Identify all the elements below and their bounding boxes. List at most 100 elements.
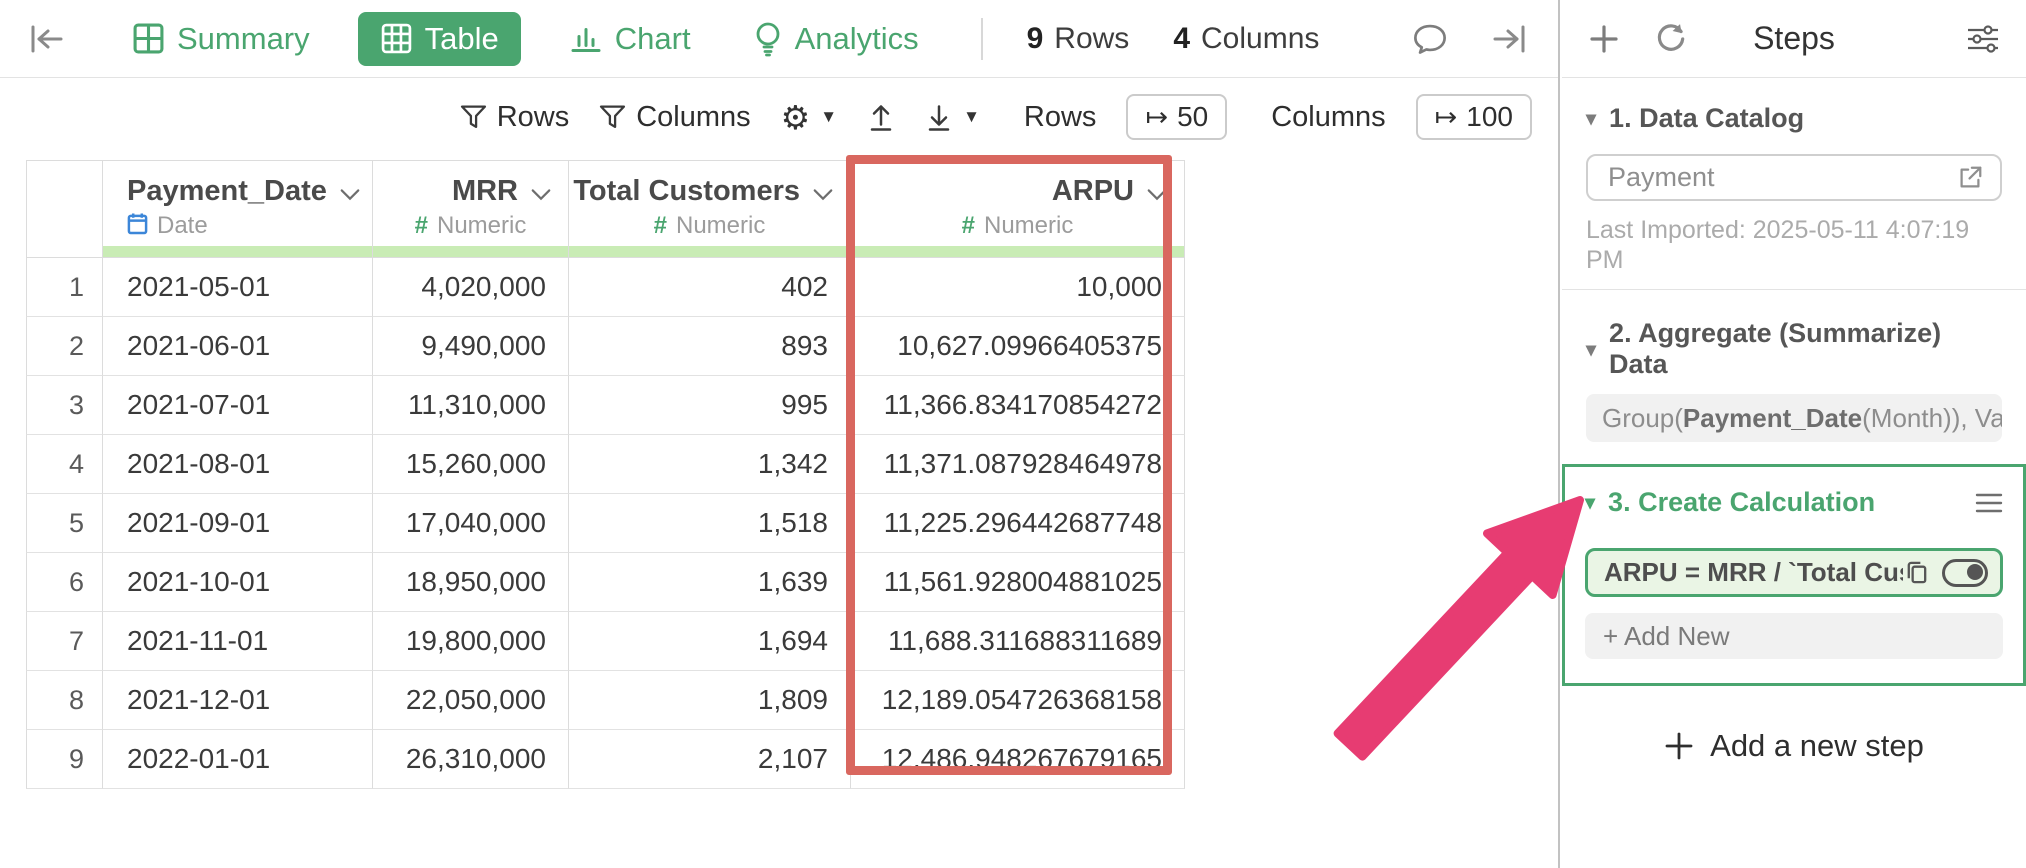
rows-limit-box[interactable]: ↦ 50: [1126, 94, 1227, 140]
menu-icon[interactable]: [1975, 492, 2003, 514]
table-cell[interactable]: 11,310,000: [373, 376, 569, 435]
table-cell[interactable]: 11,688.311688311689: [851, 612, 1185, 671]
filter-rows-button[interactable]: Rows: [460, 101, 570, 134]
download-dropdown-button[interactable]: ▼: [925, 102, 980, 133]
calendar-icon: [127, 212, 148, 235]
column-header-mrr[interactable]: MRR #Numeric: [373, 160, 569, 257]
table-cell[interactable]: 2021-12-01: [103, 671, 373, 730]
aggregate-summary-pill[interactable]: Group(Payment_Date (Month)), Val…: [1586, 394, 2002, 442]
row-number-cell: 4: [26, 435, 103, 494]
table-cell[interactable]: 15,260,000: [373, 435, 569, 494]
table-cell[interactable]: 12,486.948267679165: [851, 730, 1185, 789]
column-name: ARPU: [1052, 175, 1134, 208]
table-cell[interactable]: 22,050,000: [373, 671, 569, 730]
step2-header[interactable]: ▾ 2. Aggregate (Summarize) Data: [1586, 318, 2002, 380]
collapse-left-icon[interactable]: [28, 23, 66, 55]
column-highlight-strip: [851, 246, 1184, 257]
summary-grid-icon: [132, 22, 165, 55]
table-cell[interactable]: 2021-07-01: [103, 376, 373, 435]
tab-chart[interactable]: Chart: [555, 12, 705, 66]
last-imported-text: Last Imported: 2025-05-11 4:07:19 PM: [1586, 215, 2002, 275]
table-cell[interactable]: 1,639: [569, 553, 851, 612]
row-number-cell: 2: [26, 317, 103, 376]
upload-button[interactable]: [867, 102, 895, 133]
columns-limit-box[interactable]: ↦ 100: [1416, 94, 1532, 140]
table-row: 62021-10-0118,950,0001,63911,561.9280048…: [26, 553, 1185, 612]
step1-header[interactable]: ▾ 1. Data Catalog: [1586, 103, 2002, 134]
table-cell[interactable]: 2021-09-01: [103, 494, 373, 553]
table-row: 32021-07-0111,310,00099511,366.834170854…: [26, 376, 1185, 435]
calculation-formula-pill[interactable]: ARPU = MRR / `Total Cust…: [1585, 548, 2003, 597]
add-step-label: Add a new step: [1710, 728, 1924, 764]
step3-header[interactable]: ▾ 3. Create Calculation: [1585, 487, 2003, 518]
columns-limit-label: Columns: [1271, 101, 1385, 134]
external-link-icon[interactable]: [1956, 164, 1984, 192]
rows-limit-label: Rows: [1024, 101, 1097, 134]
table-cell[interactable]: 1,694: [569, 612, 851, 671]
download-icon: [925, 102, 953, 133]
tab-table[interactable]: Table: [358, 12, 521, 66]
table-cell[interactable]: 11,366.834170854272: [851, 376, 1185, 435]
table-cell[interactable]: 893: [569, 317, 851, 376]
comment-icon[interactable]: [1412, 22, 1448, 56]
table-cell[interactable]: 402: [569, 258, 851, 317]
numeric-hash-icon: #: [415, 212, 428, 240]
toggle-on-icon[interactable]: [1942, 559, 1988, 587]
maps-to-icon: ↦: [1435, 102, 1458, 133]
add-new-calculation-button[interactable]: + Add New: [1585, 613, 2003, 659]
data-table: Payment_Date Date MRR #Numeric: [26, 160, 1185, 789]
maps-to-icon: ↦: [1145, 102, 1168, 133]
table-cell[interactable]: 2021-05-01: [103, 258, 373, 317]
table-cell[interactable]: 1,518: [569, 494, 851, 553]
table-cell[interactable]: 2021-10-01: [103, 553, 373, 612]
column-type: Numeric: [437, 212, 526, 240]
steps-panel-title: Steps: [1562, 20, 2026, 57]
data-source-box[interactable]: Payment: [1586, 154, 2002, 201]
table-cell[interactable]: 12,189.054726368158: [851, 671, 1185, 730]
table-row: 52021-09-0117,040,0001,51811,225.2964426…: [26, 494, 1185, 553]
add-new-step-button[interactable]: Add a new step: [1562, 728, 2026, 764]
table-body: 12021-05-014,020,00040210,00022021-06-01…: [26, 258, 1185, 789]
table-cell[interactable]: 18,950,000: [373, 553, 569, 612]
table-cell[interactable]: 1,809: [569, 671, 851, 730]
table-cell[interactable]: 11,561.928004881025: [851, 553, 1185, 612]
table-row: 92022-01-0126,310,0002,10712,486.9482676…: [26, 730, 1185, 789]
triangle-down-icon: ▾: [1585, 490, 1595, 515]
column-header-total-customers[interactable]: Total Customers #Numeric: [569, 160, 851, 257]
table-cell[interactable]: 2,107: [569, 730, 851, 789]
column-type: Date: [157, 212, 208, 240]
settings-dropdown-button[interactable]: ⚙ ▼: [781, 101, 837, 134]
chevron-down-icon: [812, 187, 834, 203]
tab-summary[interactable]: Summary: [118, 12, 324, 66]
table-cell[interactable]: 10,627.09966405375: [851, 317, 1185, 376]
step3-title: 3. Create Calculation: [1608, 487, 1875, 518]
table-cell[interactable]: 9,490,000: [373, 317, 569, 376]
column-header-payment-date[interactable]: Payment_Date Date: [103, 160, 373, 257]
bar-chart-icon: [569, 22, 603, 55]
copy-icon[interactable]: [1903, 559, 1930, 586]
table-cell[interactable]: 10,000: [851, 258, 1185, 317]
summary-suffix: (Month)), Val…: [1862, 403, 2002, 434]
sliders-icon[interactable]: [1966, 24, 2000, 54]
tab-analytics[interactable]: Analytics: [739, 12, 933, 66]
main-pane: Summary Table Chart: [0, 0, 1560, 868]
table-cell[interactable]: 26,310,000: [373, 730, 569, 789]
table-cell[interactable]: 2021-06-01: [103, 317, 373, 376]
table-cell[interactable]: 11,371.087928464978: [851, 435, 1185, 494]
table-cell[interactable]: 2021-08-01: [103, 435, 373, 494]
table-cell[interactable]: 2022-01-01: [103, 730, 373, 789]
column-header-arpu[interactable]: ARPU #Numeric: [851, 160, 1185, 257]
data-source-name: Payment: [1608, 162, 1956, 193]
table-cell[interactable]: 17,040,000: [373, 494, 569, 553]
table-cell[interactable]: 1,342: [569, 435, 851, 494]
collapse-right-icon[interactable]: [1490, 23, 1528, 55]
table-cell[interactable]: 2021-11-01: [103, 612, 373, 671]
table-cell[interactable]: 4,020,000: [373, 258, 569, 317]
table-cell[interactable]: 11,225.296442687748: [851, 494, 1185, 553]
filter-columns-button[interactable]: Columns: [599, 101, 750, 134]
triangle-down-icon: ▾: [1586, 106, 1596, 131]
table-cell[interactable]: 19,800,000: [373, 612, 569, 671]
table-cell[interactable]: 995: [569, 376, 851, 435]
triangle-down-icon: ▾: [1586, 337, 1596, 362]
column-count-label: Columns: [1201, 22, 1319, 56]
